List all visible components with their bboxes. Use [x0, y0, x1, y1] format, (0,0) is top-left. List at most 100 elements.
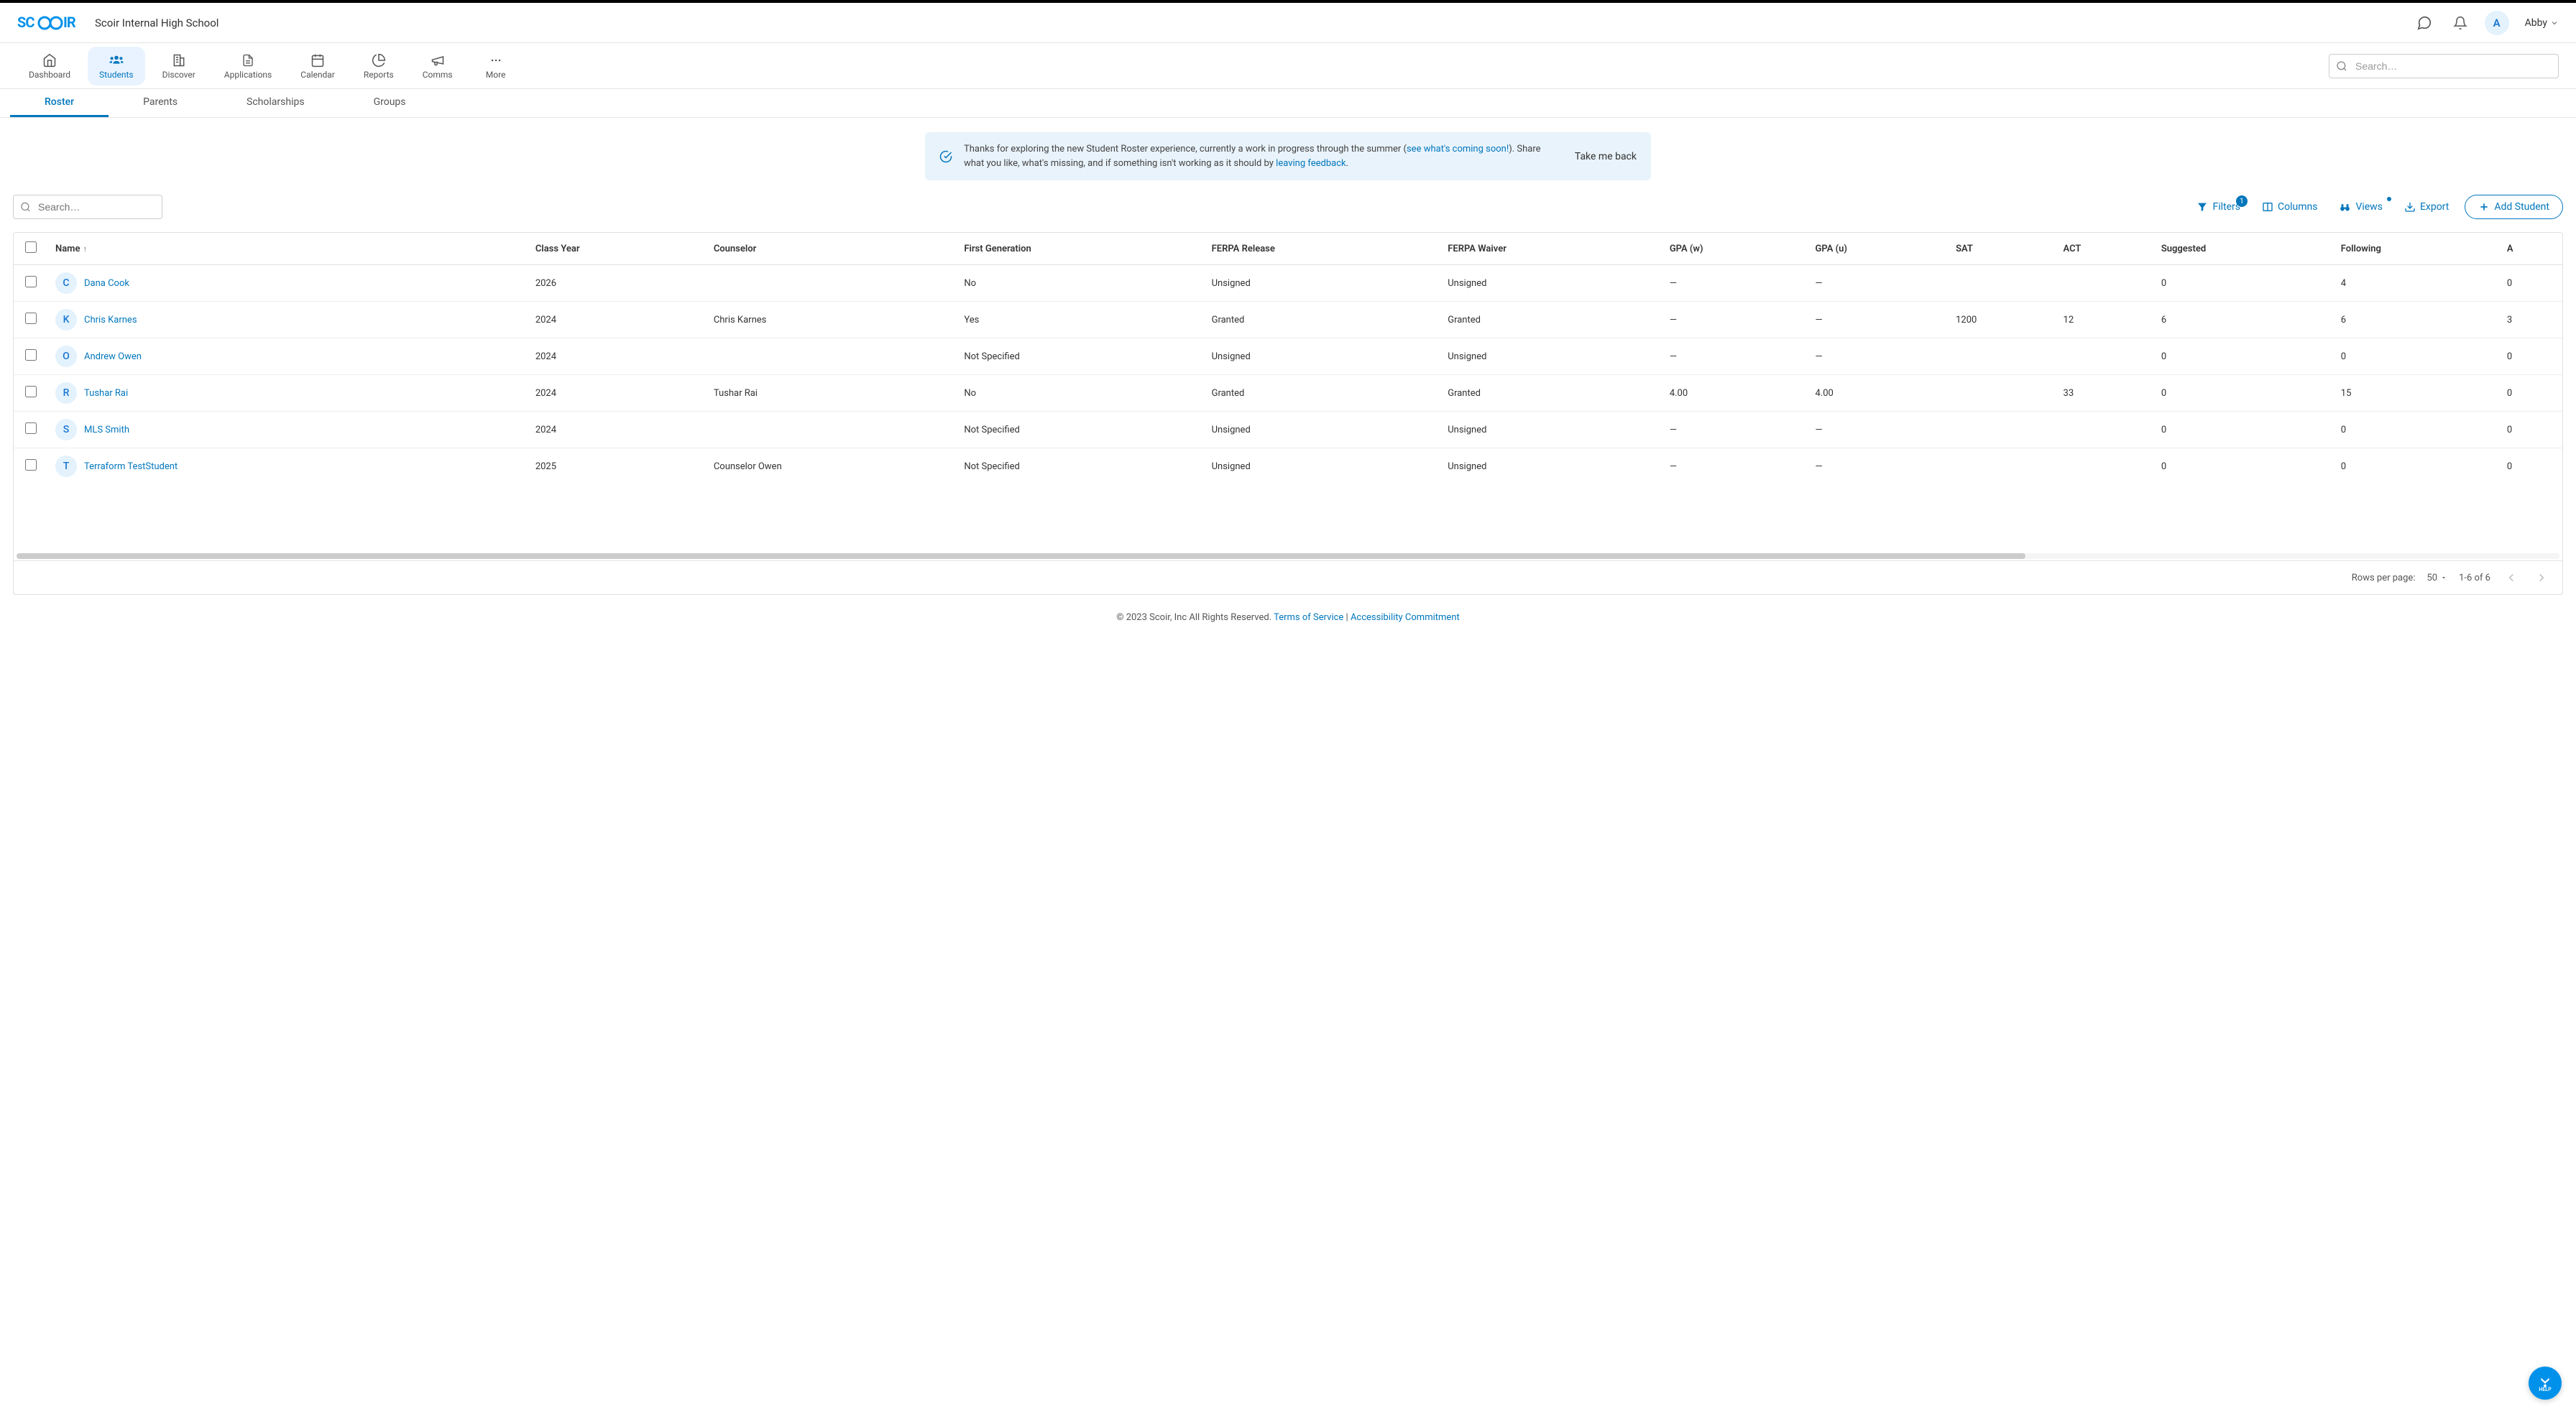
student-name-link[interactable]: Chris Karnes [84, 315, 137, 325]
student-name-link[interactable]: Dana Cook [84, 278, 129, 289]
tab-parents[interactable]: Parents [109, 89, 212, 117]
pie-icon [372, 52, 386, 68]
col-header[interactable]: Suggested [2154, 233, 2334, 265]
tab-groups[interactable]: Groups [339, 89, 441, 117]
rows-per-page-label: Rows per page: [2352, 573, 2416, 583]
row-checkbox[interactable] [25, 422, 37, 434]
student-name-link[interactable]: Terraform TestStudent [84, 461, 178, 472]
student-name-link[interactable]: Tushar Rai [84, 388, 128, 399]
home-icon [42, 52, 57, 68]
cell-sat [1949, 338, 2056, 375]
cell-ferpa-waiver: Unsigned [1440, 338, 1662, 375]
cell-following: 15 [2334, 375, 2500, 412]
col-header[interactable]: ACT [2056, 233, 2154, 265]
cell-sat [1949, 412, 2056, 448]
svg-text:SC: SC [17, 14, 34, 31]
row-checkbox[interactable] [25, 459, 37, 471]
add-student-button[interactable]: Add Student [2465, 195, 2563, 219]
nav-item-discover[interactable]: Discover [151, 47, 207, 86]
nav-item-students[interactable]: Students [88, 47, 145, 86]
roster-search-input[interactable] [13, 195, 162, 219]
nav-item-label: More [486, 70, 506, 80]
table-row: CDana Cook2026NoUnsignedUnsigned——040 [14, 265, 2562, 302]
download-icon [2404, 201, 2416, 213]
main-nav: DashboardStudentsDiscoverApplications Cal… [0, 43, 2576, 89]
global-search-input[interactable] [2329, 54, 2559, 78]
col-header[interactable]: FERPA Waiver [1440, 233, 1662, 265]
cell-act [2056, 412, 2154, 448]
logo-icon: SCIR [17, 14, 80, 32]
terms-link[interactable]: Terms of Service [1274, 612, 1343, 623]
student-name-link[interactable]: MLS Smith [84, 425, 129, 435]
search-icon [2336, 60, 2347, 72]
views-button[interactable]: Views [2333, 197, 2388, 218]
rows-per-page-select[interactable]: 50 [2426, 573, 2447, 583]
nav-item-label: Calendar [300, 70, 335, 80]
cell-gpa-u: — [1808, 412, 1949, 448]
cell-first-gen: No [957, 265, 1204, 302]
prev-page-button[interactable] [2502, 568, 2521, 587]
tab-scholarships[interactable]: Scholarships [212, 89, 339, 117]
col-header[interactable]: Counselor [707, 233, 957, 265]
cell-ferpa-release: Granted [1205, 302, 1441, 338]
messages-icon[interactable] [2413, 11, 2436, 34]
student-name-link[interactable]: Andrew Owen [84, 351, 142, 362]
cell-ferpa-waiver: Granted [1440, 375, 1662, 412]
col-header[interactable]: Name↑ [48, 233, 528, 265]
cell-ferpa-waiver: Unsigned [1440, 265, 1662, 302]
col-header[interactable]: GPA (u) [1808, 233, 1949, 265]
cell-class-year: 2025 [528, 448, 707, 485]
cell-a: 0 [2500, 265, 2562, 302]
col-header[interactable]: Following [2334, 233, 2500, 265]
col-header[interactable]: GPA (w) [1662, 233, 1808, 265]
nav-item-more[interactable]: More [470, 47, 522, 86]
roster-search [13, 195, 162, 219]
next-page-button[interactable] [2532, 568, 2551, 587]
col-header[interactable]: A [2500, 233, 2562, 265]
col-header[interactable]: Class Year [528, 233, 707, 265]
sort-asc-icon: ↑ [83, 244, 87, 254]
columns-button[interactable]: Columns [2256, 197, 2323, 217]
export-button[interactable]: Export [2398, 197, 2455, 217]
banner-link-feedback[interactable]: leaving feedback [1276, 158, 1346, 169]
banner-link-coming-soon[interactable]: see what's coming soon! [1407, 144, 1509, 154]
columns-icon [2262, 201, 2273, 213]
col-header[interactable]: FERPA Release [1205, 233, 1441, 265]
nav-item-calendar[interactable]: Calendar [289, 47, 346, 86]
cell-suggested: 0 [2154, 265, 2334, 302]
row-checkbox[interactable] [25, 276, 37, 287]
student-avatar: T [55, 456, 77, 477]
horizontal-scrollbar[interactable] [17, 553, 2559, 559]
plus-icon [2478, 201, 2490, 213]
cell-ferpa-waiver: Granted [1440, 302, 1662, 338]
row-checkbox[interactable] [25, 386, 37, 397]
cell-class-year: 2024 [528, 338, 707, 375]
cell-sat: 1200 [1949, 302, 2056, 338]
cell-ferpa-release: Unsigned [1205, 412, 1441, 448]
cell-first-gen: Not Specified [957, 412, 1204, 448]
student-avatar: C [55, 272, 77, 294]
nav-item-applications[interactable]: Applications [213, 47, 283, 86]
nav-item-comms[interactable]: Comms [411, 47, 464, 86]
nav-item-reports[interactable]: Reports [352, 47, 405, 86]
user-menu[interactable]: Abby [2522, 17, 2559, 29]
col-header[interactable]: SAT [1949, 233, 2056, 265]
col-header[interactable]: First Generation [957, 233, 1204, 265]
row-checkbox[interactable] [25, 313, 37, 324]
filter-icon [2196, 201, 2208, 213]
select-all-checkbox[interactable] [25, 241, 37, 253]
logo[interactable]: SCIR [17, 14, 80, 32]
user-avatar[interactable]: A [2485, 11, 2509, 35]
tab-roster[interactable]: Roster [10, 89, 109, 117]
cell-act [2056, 265, 2154, 302]
global-search [2329, 54, 2559, 78]
help-button[interactable]: HELP [2529, 1367, 2562, 1400]
accessibility-link[interactable]: Accessibility Commitment [1351, 612, 1460, 623]
search-icon [20, 202, 31, 213]
filters-button[interactable]: Filters 1 [2191, 197, 2246, 217]
notifications-icon[interactable] [2449, 11, 2472, 34]
row-checkbox[interactable] [25, 349, 37, 361]
take-me-back-button[interactable]: Take me back [1575, 151, 1637, 162]
table-row: KChris Karnes2024Chris KarnesYesGrantedG… [14, 302, 2562, 338]
nav-item-dashboard[interactable]: Dashboard [17, 47, 82, 86]
